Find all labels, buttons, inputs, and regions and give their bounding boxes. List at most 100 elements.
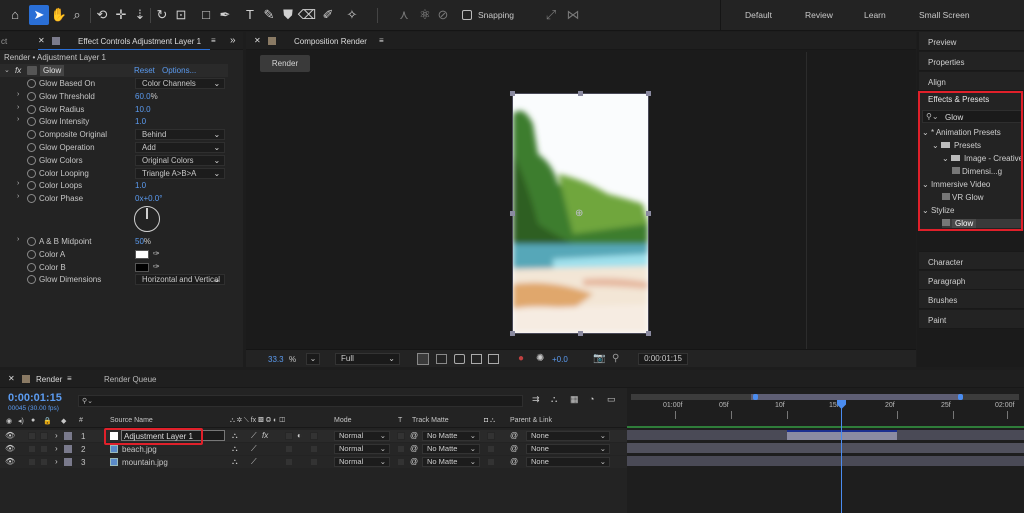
workspace-default[interactable]: Default <box>745 10 772 20</box>
timeline-tab-render[interactable]: Render <box>36 375 62 384</box>
property-value[interactable]: 10.0 <box>135 105 151 114</box>
property-twirl-icon[interactable]: › <box>17 116 19 123</box>
effect-controls-tab[interactable]: Effect Controls Adjustment Layer 1 <box>78 37 201 46</box>
zoom-dropdown-chevron-icon[interactable]: ⌄ <box>306 353 320 365</box>
color-phase-dial[interactable] <box>134 206 160 232</box>
layer-row[interactable]: 👁 › 3 mountain.jpg ⛬ ⟋ Normal ⌄ @ No Matte ⌄ @ None ⌄ <box>0 456 627 468</box>
lock-column-icon[interactable]: 🔒 <box>43 417 52 425</box>
stopwatch-icon[interactable] <box>27 155 36 165</box>
eyedropper-icon[interactable]: ✑ <box>153 249 160 258</box>
layer-2-bar[interactable] <box>627 443 1024 453</box>
work-area-navigator[interactable] <box>631 394 1019 400</box>
hand-icon[interactable]: ✋ <box>49 5 69 25</box>
parent-dropdown[interactable]: None ⌄ <box>526 431 610 441</box>
parent-dropdown[interactable]: None ⌄ <box>526 444 610 454</box>
navigator-range[interactable] <box>751 394 961 400</box>
stopwatch-icon[interactable] <box>27 237 36 246</box>
property-twirl-icon[interactable]: › <box>17 180 19 187</box>
stopwatch-icon[interactable] <box>27 262 36 272</box>
render-comp-button[interactable]: Render <box>260 55 310 72</box>
shy-switch-icon[interactable]: ⛬ <box>232 431 238 441</box>
shy-switch-icon[interactable]: ⛬ <box>232 444 238 454</box>
preview-panel[interactable]: Preview <box>919 32 1024 51</box>
stopwatch-icon[interactable] <box>27 117 36 127</box>
effect-twirl-icon[interactable]: ⌄ <box>4 66 10 74</box>
solo-switch[interactable] <box>28 458 36 466</box>
layer-label-color[interactable] <box>64 458 72 466</box>
parent-link-header[interactable]: Parent & Link <box>510 417 552 424</box>
composition-tab[interactable]: Composition Render <box>294 37 367 46</box>
paragraph-panel[interactable]: Paragraph <box>919 271 1024 290</box>
property-dropdown[interactable]: Color Channels ⌄ <box>135 78 225 89</box>
home-icon[interactable]: ⌂ <box>5 5 25 25</box>
shy-switch-icon[interactable]: ⛬ <box>232 457 238 467</box>
brushes-panel[interactable]: Brushes <box>919 290 1024 309</box>
camera-dolly-icon[interactable]: ⇣ <box>130 5 150 25</box>
switches-header-icons[interactable]: ⛬ ✲ ⟍ fx ▩ ◎ ◐ ◫ <box>230 417 285 425</box>
selection-arrow-icon[interactable]: ➤ <box>29 5 49 25</box>
timeline-search-input[interactable]: ⚲⌄ <box>78 395 523 407</box>
snap-features-icon[interactable]: ⋈ <box>563 5 583 25</box>
navigator-end-handle[interactable] <box>958 394 963 400</box>
stopwatch-icon[interactable] <box>27 249 36 259</box>
grid-guides-icon[interactable] <box>488 354 499 364</box>
quality-switch-icon[interactable]: ⟋ <box>251 444 257 454</box>
property-value[interactable]: 0x+0.0° <box>135 194 162 203</box>
close-timeline-tab-icon[interactable]: ✕ <box>8 374 15 383</box>
eyedropper-icon[interactable]: ✑ <box>153 262 160 271</box>
layer-twirl-icon[interactable]: › <box>55 457 58 466</box>
audio-column-icon[interactable]: ◂) <box>18 417 24 425</box>
pen-icon[interactable]: ✒ <box>215 5 235 25</box>
close-tab-icon[interactable]: ✕ <box>38 36 45 45</box>
eraser-icon[interactable]: ⌫ <box>297 5 317 25</box>
adjustment-switch[interactable] <box>285 432 293 440</box>
matte-switch-icons[interactable]: ◘ ⛬ <box>484 417 495 425</box>
snapping-checkbox[interactable] <box>462 10 472 20</box>
stopwatch-icon[interactable] <box>27 168 36 178</box>
stopwatch-icon[interactable] <box>27 194 36 204</box>
frame-blending-icon[interactable]: ▦ <box>570 394 579 405</box>
matte-pickwhip-icon[interactable]: @ <box>410 444 418 453</box>
fast-previews-icon[interactable] <box>417 353 429 365</box>
previous-tab-label[interactable]: ct <box>1 37 7 46</box>
rotate-icon[interactable]: ↻ <box>152 5 172 25</box>
comp-panel-menu-icon[interactable]: ≡ <box>379 36 384 45</box>
layer-number-header[interactable]: # <box>79 417 83 424</box>
close-comp-tab-icon[interactable]: ✕ <box>254 36 261 45</box>
color-swatch[interactable] <box>135 249 149 259</box>
character-panel[interactable]: Character <box>919 251 1024 270</box>
comp-flowchart-icon[interactable]: ⇉ <box>532 394 540 405</box>
property-value[interactable]: 60.0% <box>135 92 158 101</box>
camera-orbit-icon[interactable]: ✛ <box>111 5 131 25</box>
snapshot-camera-icon[interactable]: 📷 <box>593 353 605 364</box>
property-twirl-icon[interactable]: › <box>17 104 19 111</box>
3d-switch[interactable] <box>310 458 318 466</box>
brush-icon[interactable]: ✎ <box>259 5 279 25</box>
matte-pickwhip-icon[interactable]: @ <box>410 457 418 466</box>
lock-switch[interactable] <box>40 445 48 453</box>
panel-overflow-icon[interactable]: » <box>230 35 236 46</box>
show-snapshot-icon[interactable]: ⚲ <box>612 353 619 364</box>
transform-handle[interactable] <box>646 91 651 96</box>
stopwatch-icon[interactable] <box>27 79 36 88</box>
zoom-value[interactable]: 33.3 <box>268 355 284 364</box>
layer-label-color[interactable] <box>64 445 72 453</box>
options-link[interactable]: Options... <box>162 66 196 75</box>
preserve-transparency-switch[interactable] <box>397 458 405 466</box>
transform-handle[interactable] <box>510 331 515 336</box>
rotate-axis-icon[interactable]: ⟲ <box>92 5 112 25</box>
layer-row[interactable]: 👁 › 2 beach.jpg ⛬ ⟋ Normal ⌄ @ No Matte ⌄ @ None ⌄ <box>0 443 627 455</box>
playhead-line[interactable] <box>841 400 842 513</box>
property-value[interactable]: 50% <box>135 237 151 246</box>
property-dropdown[interactable]: Triangle A>B>A ⌄ <box>135 167 225 179</box>
reset-link[interactable]: Reset <box>134 66 155 75</box>
transform-handle[interactable] <box>510 91 515 96</box>
adjustment-switch[interactable] <box>285 445 293 453</box>
property-twirl-icon[interactable]: › <box>17 193 19 200</box>
property-twirl-icon[interactable]: › <box>17 236 19 243</box>
navigator-start-handle[interactable] <box>753 394 758 400</box>
transform-handle[interactable] <box>646 211 651 216</box>
visibility-eye-icon[interactable]: 👁 <box>5 457 15 466</box>
render-queue-tab[interactable]: Render Queue <box>104 375 156 384</box>
quality-switch-icon[interactable]: ⟋ <box>251 431 257 441</box>
